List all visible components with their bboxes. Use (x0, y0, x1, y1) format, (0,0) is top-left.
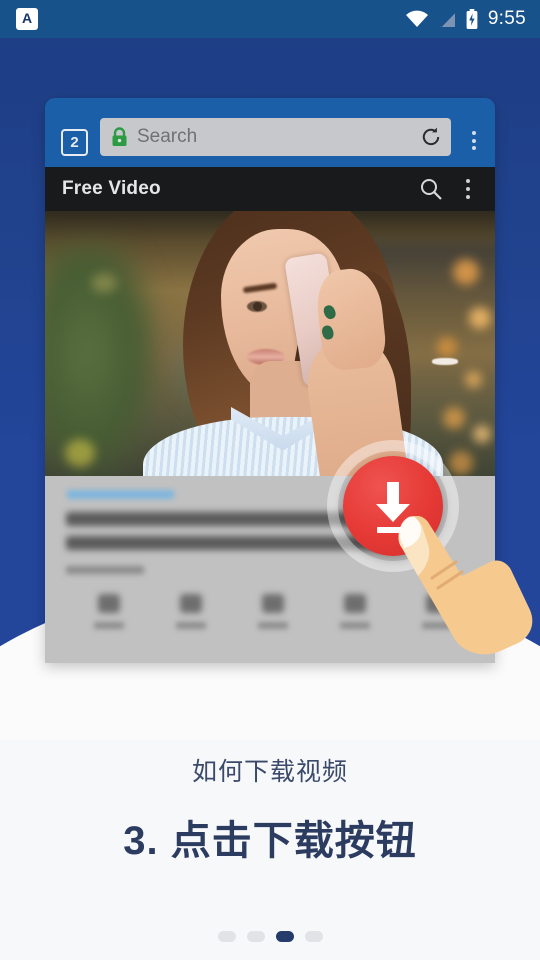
app-bar-title: Free Video (62, 178, 161, 199)
page-dot-active[interactable] (275, 931, 294, 942)
video-action-blurred (159, 594, 223, 629)
video-action-blurred (241, 594, 305, 629)
page-dot[interactable] (246, 931, 265, 942)
tutorial-title: 3. 点击下载按钮 (123, 819, 417, 863)
secure-lock-icon (112, 127, 127, 146)
battery-charging-icon (466, 9, 478, 29)
app-bar-overflow-menu-icon[interactable] (458, 178, 478, 200)
status-bar-clock: 9:55 (487, 8, 526, 29)
reload-icon[interactable] (420, 126, 442, 148)
signal-no-sim-icon (439, 10, 456, 28)
search-icon[interactable] (420, 178, 442, 200)
tab-counter-button[interactable]: 2 (61, 129, 88, 156)
status-bar-icons: 9:55 (405, 8, 526, 30)
video-action-blurred (77, 594, 141, 629)
page-indicator[interactable] (0, 931, 540, 942)
wifi-icon (405, 10, 428, 27)
search-input-placeholder: Search (137, 126, 198, 147)
app-icon-letter: A (21, 10, 33, 26)
video-thumbnail[interactable] (45, 211, 495, 476)
status-bar: A 9:55 (0, 0, 540, 38)
video-action-blurred (323, 594, 387, 629)
search-input[interactable]: Search (100, 118, 451, 156)
pointing-hand-icon (398, 516, 533, 655)
channel-link-blurred (67, 490, 174, 499)
browser-chrome: 2 Search (45, 98, 495, 167)
video-meta-blurred (66, 566, 144, 574)
tutorial-subtitle: 如何下载视频 (191, 758, 348, 786)
browser-overflow-menu-icon[interactable] (463, 131, 485, 156)
app-bar: Free Video (45, 167, 495, 211)
page-dot[interactable] (217, 931, 236, 942)
page-dot[interactable] (304, 931, 323, 942)
tab-counter-label: 2 (70, 134, 79, 151)
app-letter-a-icon: A (16, 8, 38, 30)
